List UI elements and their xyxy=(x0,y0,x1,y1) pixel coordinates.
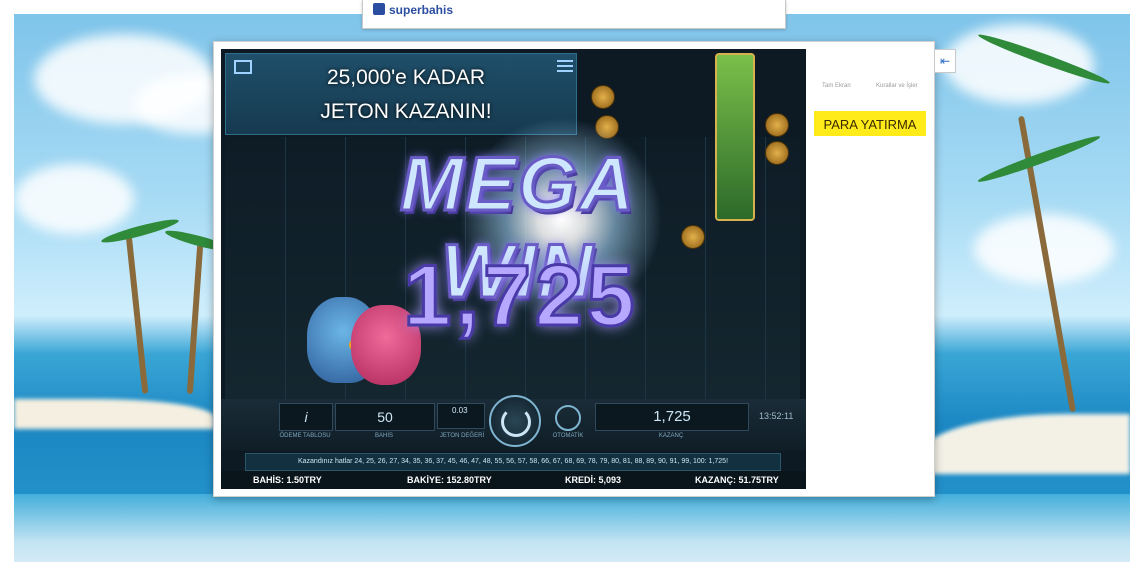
status-credit-label: KREDİ: xyxy=(565,475,596,485)
status-balance-value: 152.80TRY xyxy=(446,475,492,485)
arrow-left-icon: ⇤ xyxy=(939,54,951,68)
sand-left xyxy=(14,399,214,429)
paytable-button[interactable]: i xyxy=(279,403,333,431)
palm-leaf xyxy=(976,132,1102,186)
palm-tree xyxy=(125,234,149,394)
coin-caption: JETON DEĞERİ xyxy=(439,433,485,439)
surf-foam xyxy=(14,494,1130,562)
bet-value[interactable]: 50 xyxy=(335,403,435,431)
coin-symbol xyxy=(591,85,615,109)
autoplay-caption: OTOMATİK xyxy=(552,433,584,439)
autoplay-icon[interactable] xyxy=(555,405,581,431)
winning-lines-text: Kazandınız hatlar 24, 25, 26, 27, 34, 35… xyxy=(245,453,781,471)
deposit-button[interactable]: PARA YATIRMA xyxy=(814,111,926,136)
rules-link[interactable]: Kurallar ve İşler xyxy=(876,83,918,89)
spin-button[interactable] xyxy=(489,395,541,447)
fullscreen-link[interactable]: Tam Ekran xyxy=(822,83,851,89)
fullscreen-icon[interactable] xyxy=(234,60,252,74)
win-caption: KAZANÇ xyxy=(658,433,684,439)
status-bar: BAHİS: 1.50TRY BAKİYE: 152.80TRY KREDİ: … xyxy=(221,471,806,489)
promo-line-1: 25,000'e KADAR xyxy=(326,66,486,89)
status-bet-label: BAHİS: xyxy=(253,475,284,485)
brand-icon xyxy=(373,3,385,15)
coin-symbol xyxy=(765,113,789,137)
brand-name: superbahis xyxy=(389,3,454,17)
coin-symbol xyxy=(765,141,789,165)
spin-icon xyxy=(501,407,531,437)
slot-game[interactable]: 25,000'e KADAR JETON KAZANIN! MEGA WIN 1… xyxy=(221,49,806,489)
paytable-caption: ÖDEME TABLOSU xyxy=(279,433,331,439)
collapse-button[interactable]: ⇤ xyxy=(934,49,956,73)
status-win-label: KAZANÇ: xyxy=(695,475,736,485)
sand-right xyxy=(920,414,1130,474)
game-clock: 13:52:11 xyxy=(759,411,794,421)
reel-column xyxy=(225,137,286,399)
status-balance-label: BAKİYE: xyxy=(407,475,445,485)
mega-win-amount: 1,725 xyxy=(402,247,639,346)
menu-icon[interactable] xyxy=(557,60,573,72)
palm-tree xyxy=(186,243,204,395)
status-credit-value: 5,093 xyxy=(598,475,622,485)
coin-value[interactable]: 0.03 xyxy=(437,403,485,429)
alien-wild-symbol xyxy=(715,53,755,221)
control-bar: i ÖDEME TABLOSU 50 BAHİS 0.03 JETON DEĞE… xyxy=(221,395,806,451)
bet-caption: BAHİS xyxy=(374,433,393,439)
win-value: 1,725 xyxy=(595,403,749,431)
top-tab: superbahis xyxy=(362,0,786,29)
status-win-value: 51.75TRY xyxy=(738,475,779,485)
status-bet-value: 1.50TRY xyxy=(286,475,322,485)
brand-logo[interactable]: superbahis xyxy=(373,3,453,17)
cloud xyxy=(14,164,134,234)
